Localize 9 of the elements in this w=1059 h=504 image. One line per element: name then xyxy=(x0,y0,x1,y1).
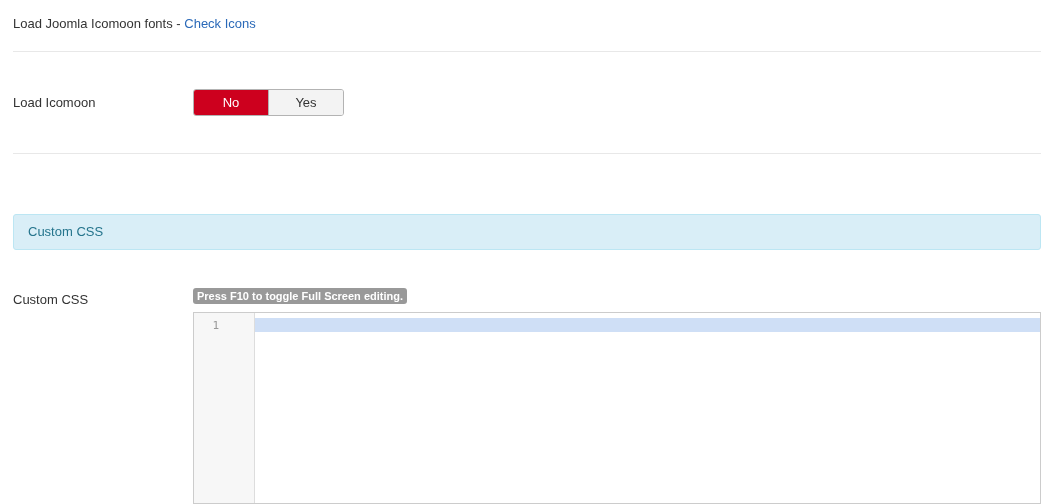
intro-text: Load Joomla Icomoon fonts - xyxy=(13,16,182,31)
toggle-option[interactable]: Yes xyxy=(268,90,343,115)
hint-label: Press F10 to toggle Full Screen editing. xyxy=(193,288,407,304)
check-icons-link[interactable]: Check Icons xyxy=(184,16,256,31)
line-number: 1 xyxy=(211,318,220,333)
section-heading: Custom CSS xyxy=(13,214,1041,250)
field-label: Load Icomoon xyxy=(13,95,97,110)
field-label: Custom CSS xyxy=(13,292,90,307)
toggle-option[interactable]: No xyxy=(194,90,268,115)
